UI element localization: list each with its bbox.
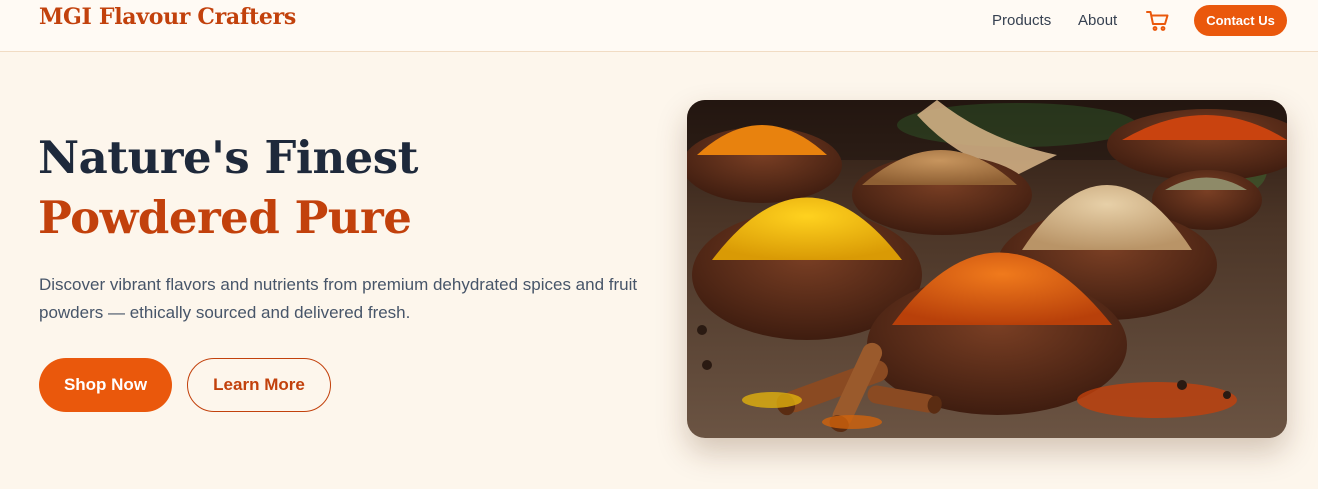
- hero-spices-image: [687, 100, 1287, 438]
- hero-title-line-2: Powdered Pure: [38, 191, 412, 244]
- learn-more-button[interactable]: Learn More: [187, 358, 331, 412]
- brand-logo[interactable]: MGI Flavour Crafters: [39, 4, 296, 30]
- shop-now-button[interactable]: Shop Now: [39, 358, 172, 412]
- top-navigation-bar: MGI Flavour Crafters Products About Cont…: [0, 0, 1318, 52]
- shopping-cart-icon[interactable]: [1146, 9, 1170, 33]
- hero-title: Nature's Finest Powdered Pure: [38, 128, 418, 248]
- hero-description: Discover vibrant flavors and nutrients f…: [39, 275, 638, 322]
- nav-link-about[interactable]: About: [1078, 12, 1117, 29]
- contact-us-button[interactable]: Contact Us: [1194, 5, 1287, 36]
- hero-title-line-1: Nature's Finest: [38, 131, 418, 184]
- nav-link-products[interactable]: Products: [992, 12, 1051, 29]
